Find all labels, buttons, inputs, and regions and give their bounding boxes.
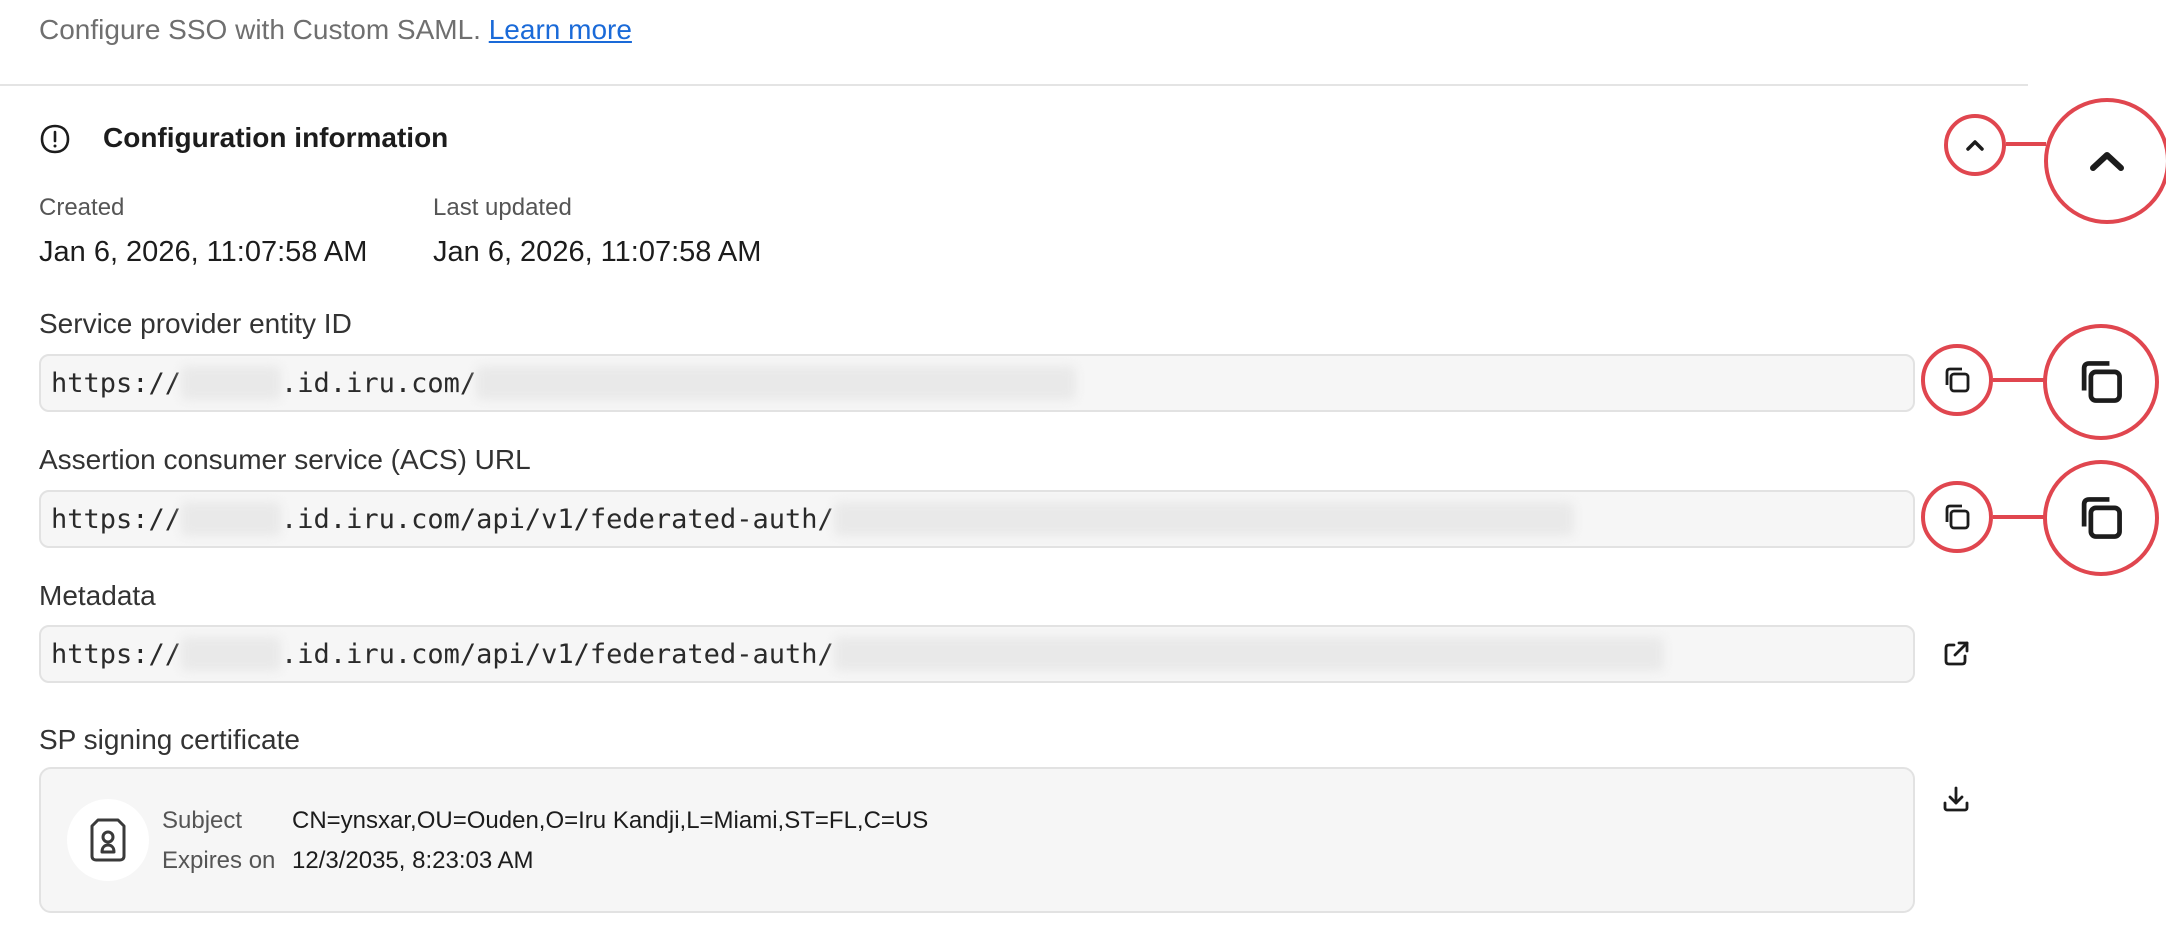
acs-url-label: Assertion consumer service (ACS) URL <box>39 444 531 475</box>
intro-text: Configure SSO with Custom SAML. Learn mo… <box>39 14 632 46</box>
external-link-icon <box>1944 641 1969 666</box>
expires-value: 12/3/2035, 8:23:03 AM <box>292 847 534 874</box>
acs-url-prefix: https:// <box>51 503 182 535</box>
acs-url-field[interactable]: https:// .id.iru.com/api/v1/federated-au… <box>39 490 1915 548</box>
redacted-text <box>476 366 1077 400</box>
acs-url-host: .id.iru.com/api/v1/federated-auth/ <box>281 503 834 535</box>
redacted-text <box>833 502 1574 536</box>
redacted-text <box>181 637 282 671</box>
metadata-field[interactable]: https:// .id.iru.com/api/v1/federated-au… <box>39 625 1915 683</box>
redacted-text <box>181 502 282 536</box>
callout-connector <box>1993 515 2045 519</box>
learn-more-link[interactable]: Learn more <box>489 14 632 45</box>
collapse-button[interactable] <box>1944 114 2006 176</box>
callout-connector <box>1993 378 2045 382</box>
copy-icon <box>2081 361 2122 403</box>
redacted-text <box>181 366 282 400</box>
copy-acs-url-button[interactable] <box>1921 481 1993 553</box>
metadata-host: .id.iru.com/api/v1/federated-auth/ <box>281 638 834 670</box>
info-circle-icon <box>39 123 71 155</box>
copy-callout-zoom <box>2043 324 2159 440</box>
entity-id-prefix: https:// <box>51 367 182 399</box>
callout-connector <box>2006 142 2046 146</box>
chevron-up-icon <box>1966 140 1984 151</box>
collapse-callout-zoom <box>2044 98 2166 224</box>
last-updated-value: Jan 6, 2026, 11:07:58 AM <box>433 236 762 268</box>
created-value: Jan 6, 2026, 11:07:58 AM <box>39 236 368 268</box>
certificate-badge-icon <box>90 818 126 862</box>
copy-icon <box>1945 367 1970 393</box>
download-icon <box>1943 786 1969 812</box>
chevron-up-icon <box>2090 152 2124 171</box>
copy-icon <box>1945 504 1970 530</box>
copy-entity-id-button[interactable] <box>1921 344 1993 416</box>
download-certificate-button[interactable] <box>1928 771 1984 827</box>
intro-description: Configure SSO with Custom SAML. <box>39 14 481 45</box>
copy-callout-zoom <box>2043 460 2159 576</box>
created-label: Created <box>39 194 125 221</box>
metadata-prefix: https:// <box>51 638 182 670</box>
subject-value: CN=ynsxar,OU=Ouden,O=Iru Kandji,L=Miami,… <box>292 807 929 834</box>
last-updated-label: Last updated <box>433 194 572 221</box>
entity-id-label: Service provider entity ID <box>39 308 352 339</box>
metadata-label: Metadata <box>39 580 156 611</box>
certificate-label: SP signing certificate <box>39 724 300 755</box>
divider <box>0 84 2028 86</box>
copy-icon <box>2081 497 2122 539</box>
expires-label: Expires on <box>162 847 276 874</box>
redacted-text <box>833 637 1664 671</box>
subject-label: Subject <box>162 807 243 834</box>
entity-id-host: .id.iru.com/ <box>281 367 477 399</box>
open-metadata-button[interactable] <box>1928 626 1984 682</box>
section-title: Configuration information <box>103 122 449 153</box>
entity-id-field[interactable]: https:// .id.iru.com/ <box>39 354 1915 412</box>
certificate-avatar <box>67 799 149 881</box>
certificate-card: Subject CN=ynsxar,OU=Ouden,O=Iru Kandji,… <box>39 767 1915 913</box>
